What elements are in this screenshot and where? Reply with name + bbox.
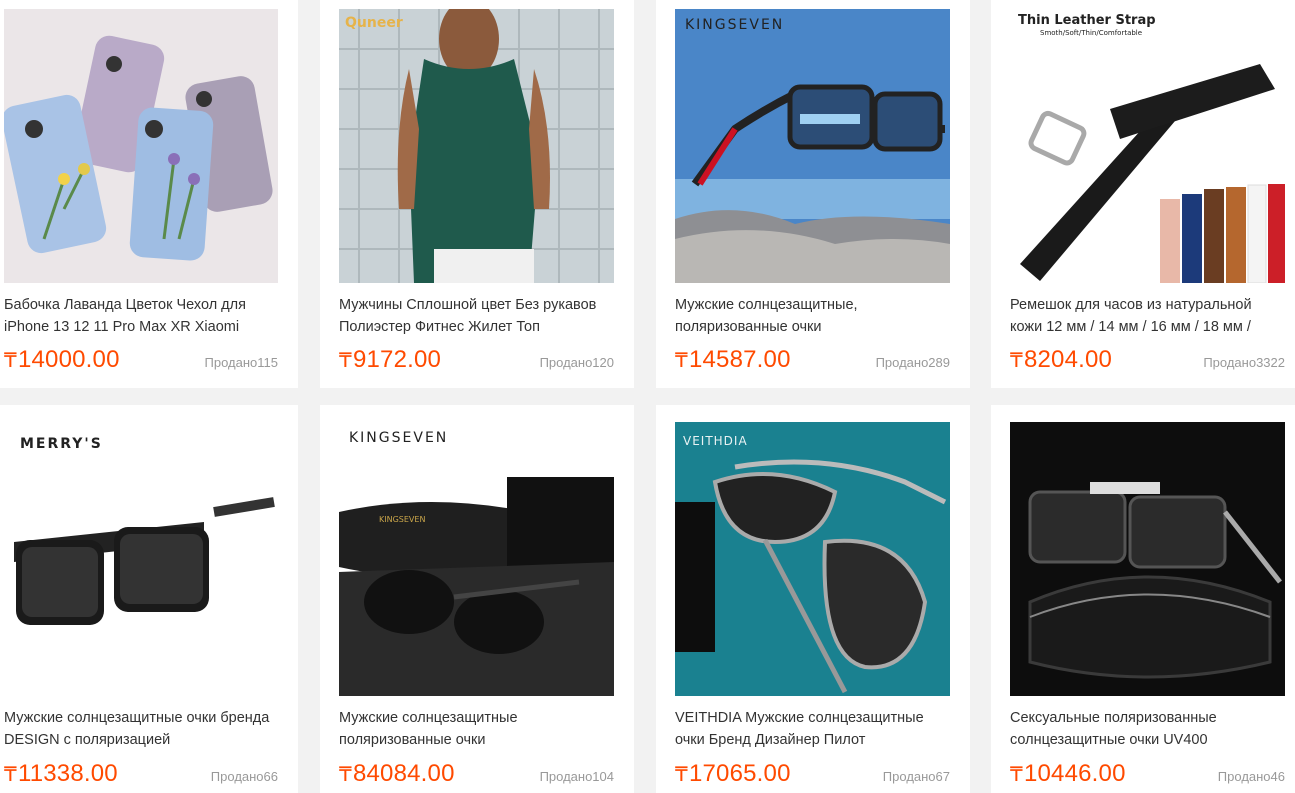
- currency-symbol: ₸: [675, 764, 688, 786]
- product-card[interactable]: Сексуальные поляризованные солнцезащитны…: [991, 405, 1295, 793]
- sold-count: Продано289: [875, 355, 950, 370]
- brand-logo: Quneer: [345, 15, 403, 31]
- currency-symbol: ₸: [675, 350, 688, 372]
- product-title[interactable]: Мужские солнцезащитные поляризованные оч…: [339, 707, 609, 751]
- brand-logo: KINGSEVEN: [349, 430, 449, 446]
- sold-count: Продано104: [539, 769, 614, 784]
- product-title[interactable]: Мужчины Сплошной цвет Без рукавов Полиэс…: [339, 294, 609, 338]
- sold-count: Продано67: [882, 769, 950, 784]
- watch-strap-image[interactable]: Thin Leather Strap Smoth/Soft/Thin/Comfo…: [1010, 9, 1285, 283]
- product-card[interactable]: Thin Leather Strap Smoth/Soft/Thin/Comfo…: [991, 0, 1295, 388]
- tank-top-image[interactable]: Quneer: [339, 9, 614, 283]
- currency-symbol: ₸: [4, 350, 17, 372]
- product-grid: Бабочка Лаванда Цветок Чехол для iPhone …: [0, 0, 1295, 793]
- product-title[interactable]: Бабочка Лаванда Цветок Чехол для iPhone …: [4, 294, 274, 338]
- price-value: 9172.00: [352, 346, 442, 373]
- sold-count: Продано46: [1217, 769, 1285, 784]
- product-card[interactable]: MERRY'S Мужские солнцезащитные очки брен…: [0, 405, 298, 793]
- sunglasses-case-image[interactable]: KINGSEVEN KINGSEVEN: [339, 422, 614, 696]
- sold-count: Продано120: [539, 355, 614, 370]
- currency-symbol: ₸: [339, 350, 352, 372]
- currency-symbol: ₸: [1010, 764, 1023, 786]
- product-title[interactable]: Мужские солнцезащитные очки бренда DESIG…: [4, 707, 274, 751]
- sunglasses-image[interactable]: KINGSEVEN: [675, 9, 950, 283]
- product-price: ₸84084.00: [339, 760, 455, 788]
- product-title[interactable]: Ремешок для часов из натуральной кожи 12…: [1010, 294, 1280, 338]
- product-price: ₸14000.00: [4, 346, 120, 374]
- price-value: 84084.00: [352, 760, 455, 787]
- brand-logo: KINGSEVEN: [685, 17, 785, 33]
- product-price: ₸10446.00: [1010, 760, 1126, 788]
- image-caption: Thin Leather Strap: [1018, 13, 1156, 28]
- product-card[interactable]: KINGSEVEN Мужские солнцезащитные, поляри…: [656, 0, 970, 388]
- product-card[interactable]: KINGSEVEN KINGSEVEN Мужские солнцезащитн…: [320, 405, 634, 793]
- product-price: ₸11338.00: [4, 760, 118, 788]
- product-card[interactable]: Quneer Мужчины Сплошной цвет Без рукавов…: [320, 0, 634, 388]
- product-title[interactable]: Сексуальные поляризованные солнцезащитны…: [1010, 707, 1280, 751]
- currency-symbol: ₸: [339, 764, 352, 786]
- sold-count: Продано115: [204, 355, 278, 370]
- price-value: 11338.00: [17, 760, 118, 787]
- price-value: 14000.00: [17, 346, 120, 373]
- aviator-sunglasses-image[interactable]: VEITHDIA: [675, 422, 950, 696]
- brand-logo: VEITHDIA: [683, 434, 748, 448]
- product-title[interactable]: Мужские солнцезащитные, поляризованные о…: [675, 294, 945, 338]
- product-title[interactable]: VEITHDIA Мужские солнцезащитные очки Бре…: [675, 707, 945, 751]
- price-value: 17065.00: [688, 760, 791, 787]
- brand-logo: MERRY'S: [20, 436, 103, 452]
- product-price: ₸9172.00: [339, 346, 441, 374]
- sold-count: Продано3322: [1203, 355, 1285, 370]
- product-price: ₸8204.00: [1010, 346, 1112, 374]
- price-value: 10446.00: [1023, 760, 1126, 787]
- product-price: ₸14587.00: [675, 346, 791, 374]
- currency-symbol: ₸: [1010, 350, 1023, 372]
- price-value: 8204.00: [1023, 346, 1113, 373]
- product-card[interactable]: VEITHDIA VEITHDIA Мужские солнцезащитные…: [656, 405, 970, 793]
- product-price: ₸17065.00: [675, 760, 791, 788]
- sunglasses-image[interactable]: [1010, 422, 1285, 696]
- sunglasses-image[interactable]: MERRY'S: [4, 422, 278, 696]
- image-subcaption: Smoth/Soft/Thin/Comfortable: [1040, 29, 1143, 37]
- currency-symbol: ₸: [4, 764, 17, 786]
- svg-text:KINGSEVEN: KINGSEVEN: [379, 515, 425, 524]
- phone-cases-image[interactable]: [4, 9, 278, 283]
- price-value: 14587.00: [688, 346, 791, 373]
- sold-count: Продано66: [210, 769, 278, 784]
- product-card[interactable]: Бабочка Лаванда Цветок Чехол для iPhone …: [0, 0, 298, 388]
